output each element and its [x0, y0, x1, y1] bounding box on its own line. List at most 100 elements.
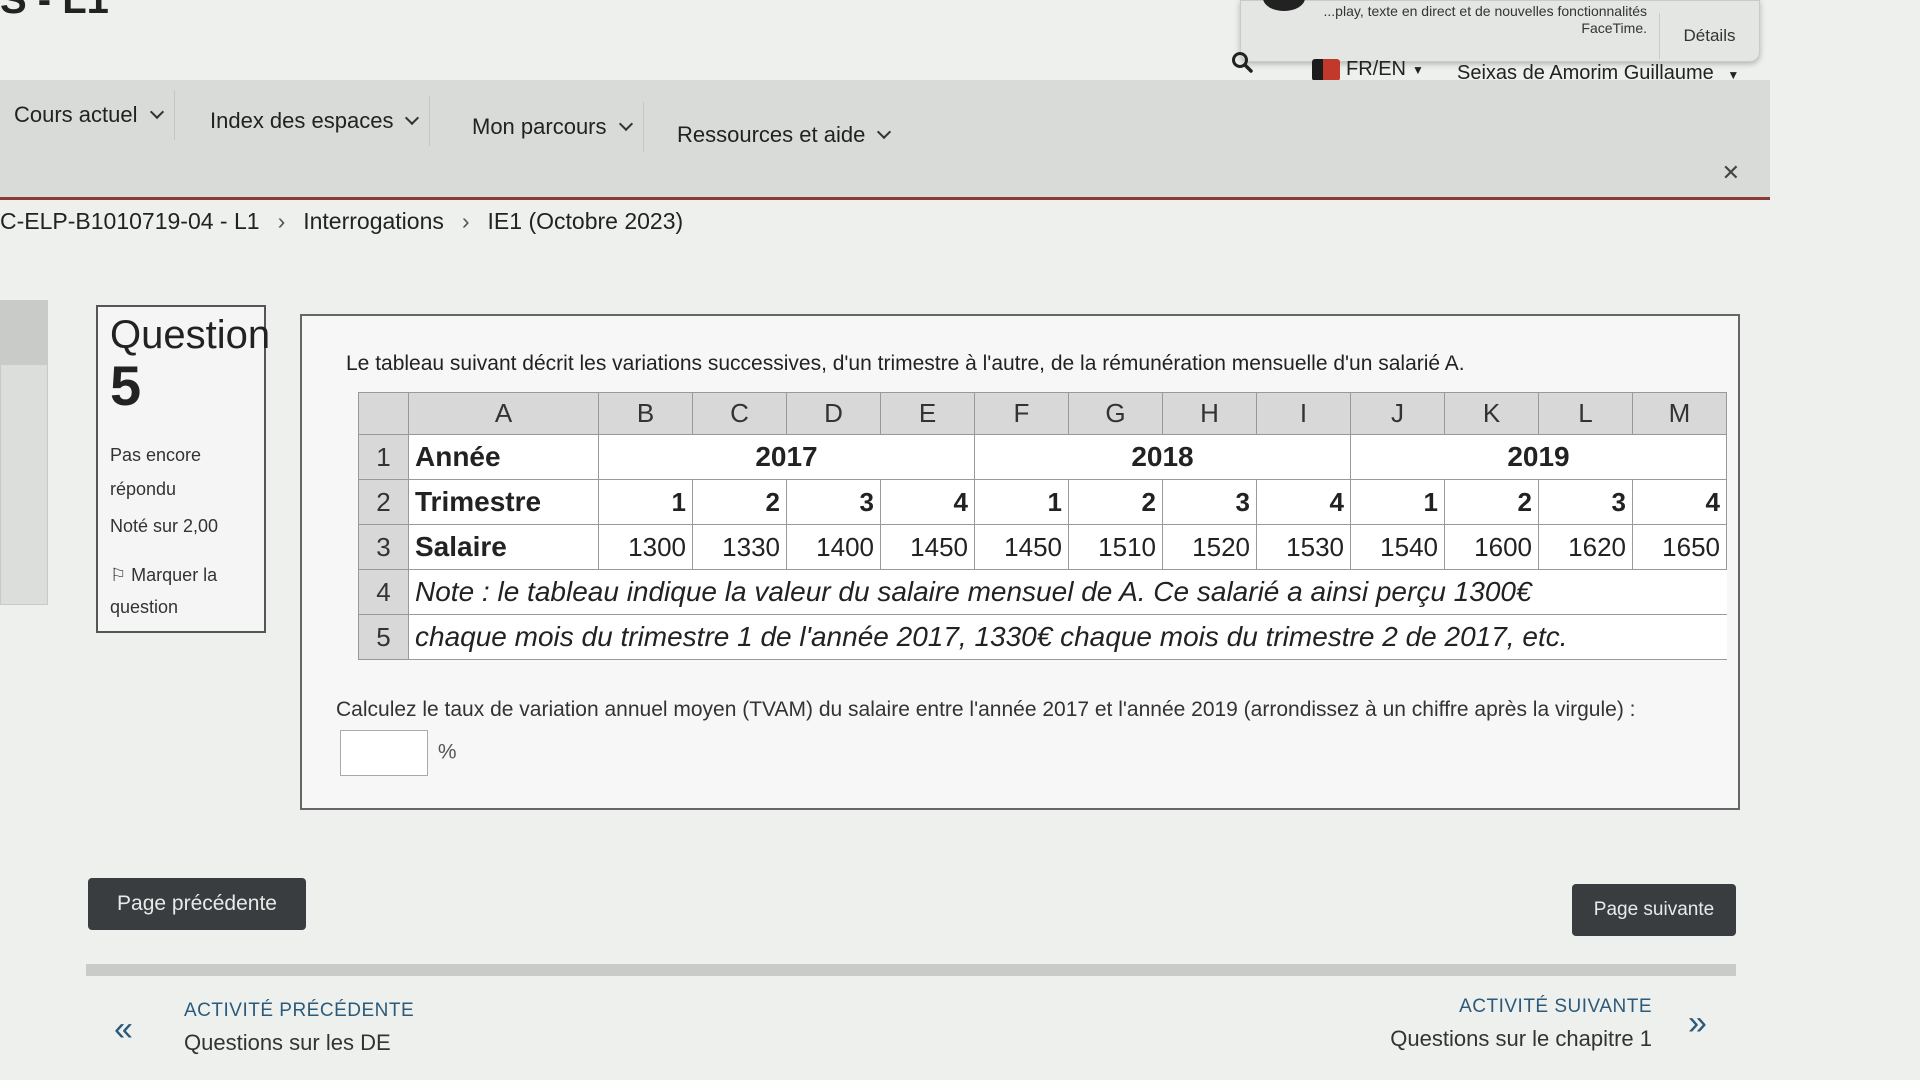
question-content: Le tableau suivant décrit les variations…	[300, 314, 1740, 810]
row-header: 4	[358, 569, 409, 615]
salary-spreadsheet: A B C D E F G H I J K L M 1 Année 2017 2…	[358, 392, 1727, 660]
quarter-cell: 1	[1350, 479, 1445, 525]
column-header: B	[598, 392, 693, 435]
row-header: 2	[358, 479, 409, 525]
breadcrumb: C-ELP-B1010719-04 - L1 › Interrogations …	[0, 208, 683, 235]
question-state: Pas encore répondu	[110, 445, 202, 499]
nav-item-ressources-et-aide[interactable]: Ressources et aide	[665, 110, 901, 160]
column-header: L	[1538, 392, 1633, 435]
row-label-salaire: Salaire	[408, 524, 599, 570]
main-navbar: Cours actuel Index des espaces Mon parco…	[0, 80, 1770, 200]
search-icon[interactable]	[1230, 50, 1254, 74]
nav-item-label: Ressources et aide	[677, 122, 866, 147]
previous-activity-title: Questions sur les DE	[184, 1030, 391, 1055]
quarter-cell: 3	[1538, 479, 1633, 525]
drawer-toggle-handle	[1, 301, 47, 365]
table-row-annee: 1 Année 2017 2018 2019	[358, 434, 1727, 480]
table-row-note-2: 5 chaque mois du trimestre 1 de l'année …	[358, 614, 1727, 660]
chevron-down-icon	[405, 110, 420, 126]
nav-item-index-des-espaces[interactable]: Index des espaces	[198, 96, 431, 146]
question-prompt: Calculez le taux de variation annuel moy…	[336, 698, 1636, 721]
previous-activity-label: ACTIVITÉ PRÉCÉDENTE	[184, 1000, 415, 1021]
salary-cell: 1620	[1538, 524, 1633, 570]
salary-cell: 1540	[1350, 524, 1445, 570]
question-prompt-block: Calculez le taux de variation annuel moy…	[336, 690, 1716, 776]
flag-icon: ⚐	[110, 565, 127, 585]
caret-down-icon: ▼	[1412, 62, 1424, 77]
quarter-cell: 2	[1444, 479, 1539, 525]
salary-cell: 1400	[786, 524, 881, 570]
chevron-down-icon	[618, 116, 633, 132]
row-header: 3	[358, 524, 409, 570]
next-activity-title: Questions sur le chapitre 1	[1390, 1026, 1652, 1051]
note-line-2: chaque mois du trimestre 1 de l'année 20…	[408, 614, 1727, 660]
column-header: A	[408, 392, 599, 435]
year-cell: 2017	[598, 434, 975, 480]
row-label-annee: Année	[408, 434, 599, 480]
column-header: H	[1162, 392, 1257, 435]
salary-cell: 1600	[1444, 524, 1539, 570]
salary-cell: 1450	[974, 524, 1069, 570]
salary-cell: 1520	[1162, 524, 1257, 570]
breadcrumb-section[interactable]: Interrogations	[303, 208, 444, 235]
notification-details-button[interactable]: Détails	[1659, 13, 1759, 59]
double-chevron-right-icon[interactable]: »	[1688, 1004, 1707, 1043]
drawer-toggle[interactable]	[0, 300, 48, 605]
next-page-button[interactable]: Page suivante	[1572, 884, 1736, 936]
question-info-panel: Question 5 Pas encore répondu Noté sur 2…	[96, 305, 271, 633]
note-line-1: Note : le tableau indique la valeur du s…	[408, 569, 1727, 615]
quarter-cell: 2	[692, 479, 787, 525]
column-header-row: A B C D E F G H I J K L M	[358, 392, 1727, 435]
flag-icon	[1312, 58, 1340, 81]
quarter-cell: 2	[1068, 479, 1163, 525]
previous-page-button[interactable]: Page précédente	[88, 878, 306, 930]
column-header: K	[1444, 392, 1539, 435]
nav-item-label: Cours actuel	[14, 102, 138, 127]
question-label: Question	[110, 313, 271, 357]
nav-item-label: Index des espaces	[210, 108, 394, 133]
language-label: FR/EN	[1346, 58, 1406, 80]
question-number: 5	[110, 354, 142, 417]
nav-item-mon-parcours[interactable]: Mon parcours	[460, 102, 644, 152]
row-label-trimestre: Trimestre	[408, 479, 599, 525]
question-intro: Le tableau suivant décrit les variations…	[346, 352, 1465, 375]
salary-cell: 1510	[1068, 524, 1163, 570]
site-logo: S - L1	[0, 0, 109, 22]
year-cell: 2018	[974, 434, 1351, 480]
chevron-down-icon	[149, 104, 164, 120]
quarter-cell: 4	[1632, 479, 1727, 525]
breadcrumb-page[interactable]: IE1 (Octobre 2023)	[488, 208, 684, 235]
quarter-cell: 4	[1256, 479, 1351, 525]
column-header: M	[1632, 392, 1727, 435]
table-row-salaire: 3 Salaire 1300 1330 1400 1450 1450 1510 …	[358, 524, 1727, 570]
nav-item-cours-actuel[interactable]: Cours actuel	[2, 90, 175, 140]
quarter-cell: 1	[974, 479, 1069, 525]
breadcrumb-course[interactable]: C-ELP-B1010719-04 - L1	[0, 208, 260, 235]
double-chevron-left-icon[interactable]: «	[114, 1010, 133, 1049]
column-header: G	[1068, 392, 1163, 435]
pin-icon[interactable]: ✕	[1722, 160, 1740, 186]
row-header: 5	[358, 614, 409, 660]
answer-unit: %	[437, 740, 457, 764]
next-activity-link[interactable]: ACTIVITÉ SUIVANTE Questions sur le chapi…	[1390, 996, 1652, 1052]
flag-question-label: Marquer la question	[110, 565, 218, 617]
salary-cell: 1300	[598, 524, 693, 570]
table-row-trimestre: 2 Trimestre 1 2 3 4 1 2 3 4 1 2 3 4	[358, 479, 1727, 525]
year-cell: 2019	[1350, 434, 1727, 480]
next-activity-label: ACTIVITÉ SUIVANTE	[1459, 996, 1652, 1017]
row-header: 1	[358, 434, 409, 480]
chevron-right-icon: ›	[461, 208, 470, 234]
previous-activity-link[interactable]: ACTIVITÉ PRÉCÉDENTE Questions sur les DE	[184, 1000, 414, 1056]
notification-text: ...play, texte en direct et de nouvelles…	[1323, 3, 1648, 36]
quarter-cell: 3	[786, 479, 881, 525]
nav-item-label: Mon parcours	[472, 114, 607, 139]
column-header: J	[1350, 392, 1445, 435]
answer-input[interactable]	[340, 730, 428, 776]
question-grade: Noté sur 2,00	[110, 516, 219, 536]
notification-banner[interactable]: ...play, texte en direct et de nouvelles…	[1240, 0, 1760, 62]
flag-question-link[interactable]: ⚐ Marquer la question	[110, 559, 252, 623]
column-header: D	[786, 392, 881, 435]
divider	[86, 964, 1736, 976]
salary-cell: 1330	[692, 524, 787, 570]
language-selector[interactable]: FR/EN ▼	[1312, 58, 1424, 81]
